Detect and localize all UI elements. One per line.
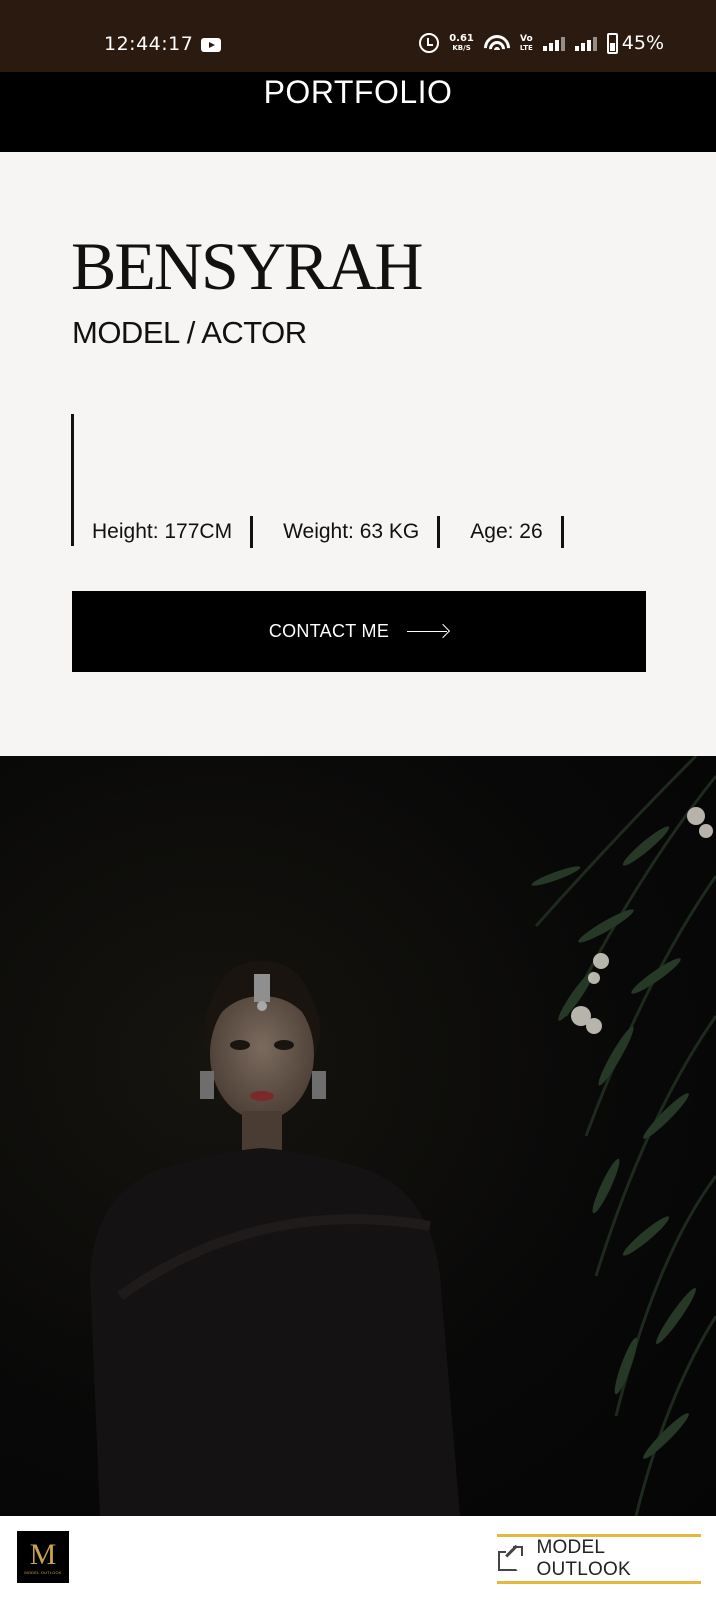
model-outlook-label: MODEL OUTLOOK <box>536 1537 631 1580</box>
network-speed: 0.61 KB/S <box>449 33 474 53</box>
stats-divider <box>71 414 74 546</box>
profile-section: BENSYRAH MODEL / ACTOR Height: 177CM Wei… <box>0 152 716 756</box>
foliage-decoration <box>531 756 716 1516</box>
page-title: PORTFOLIO <box>263 74 453 110</box>
status-icons: 0.61 KB/S Vo LTE 45% <box>419 30 664 56</box>
status-bar: 12:44:17 0.61 KB/S Vo LTE 45% <box>0 0 716 72</box>
stat-weight: Weight: 63 KG <box>283 520 420 543</box>
model-outlook-link[interactable]: MODEL OUTLOOK <box>497 1534 701 1584</box>
logo-mark: M <box>29 1537 57 1571</box>
stat-age: Age: 26 <box>470 520 543 543</box>
volte-indicator: Vo LTE <box>519 33 533 52</box>
profile-stats: Height: 177CM Weight: 63 KG Age: 26 <box>92 516 564 548</box>
volte-sub-label: LTE <box>519 43 533 52</box>
portfolio-photo <box>0 756 716 1516</box>
external-link-icon <box>497 1544 523 1572</box>
profile-name: BENSYRAH <box>71 228 423 304</box>
brand-logo[interactable]: M MODEL OUTLOOK <box>17 1531 69 1583</box>
stat-separator <box>250 516 254 548</box>
signal-icon-sim1 <box>542 35 565 51</box>
signal-icon-sim2 <box>574 35 597 51</box>
battery-icon <box>606 32 618 54</box>
stat-separator <box>560 516 564 548</box>
profile-role: MODEL / ACTOR <box>72 315 307 350</box>
wifi-icon <box>483 33 510 53</box>
bottom-bar: M MODEL OUTLOOK MODEL OUTLOOK <box>0 1516 716 1600</box>
battery-level: 45% <box>621 32 664 54</box>
contact-me-button[interactable]: CONTACT ME <box>72 591 646 672</box>
arrow-right-icon <box>407 625 449 639</box>
youtube-notification-icon <box>201 38 221 52</box>
contact-me-label: CONTACT ME <box>268 621 390 641</box>
network-speed-value: 0.61 <box>449 33 474 44</box>
volte-label: Vo <box>520 33 533 44</box>
stat-separator <box>437 516 441 548</box>
network-speed-unit: KB/S <box>452 44 471 52</box>
alarm-icon <box>419 33 440 53</box>
logo-subtext: MODEL OUTLOOK <box>24 1569 62 1575</box>
stat-height: Height: 177CM <box>92 520 233 543</box>
status-time: 12:44:17 <box>104 33 194 55</box>
page-header: PORTFOLIO <box>0 72 716 152</box>
